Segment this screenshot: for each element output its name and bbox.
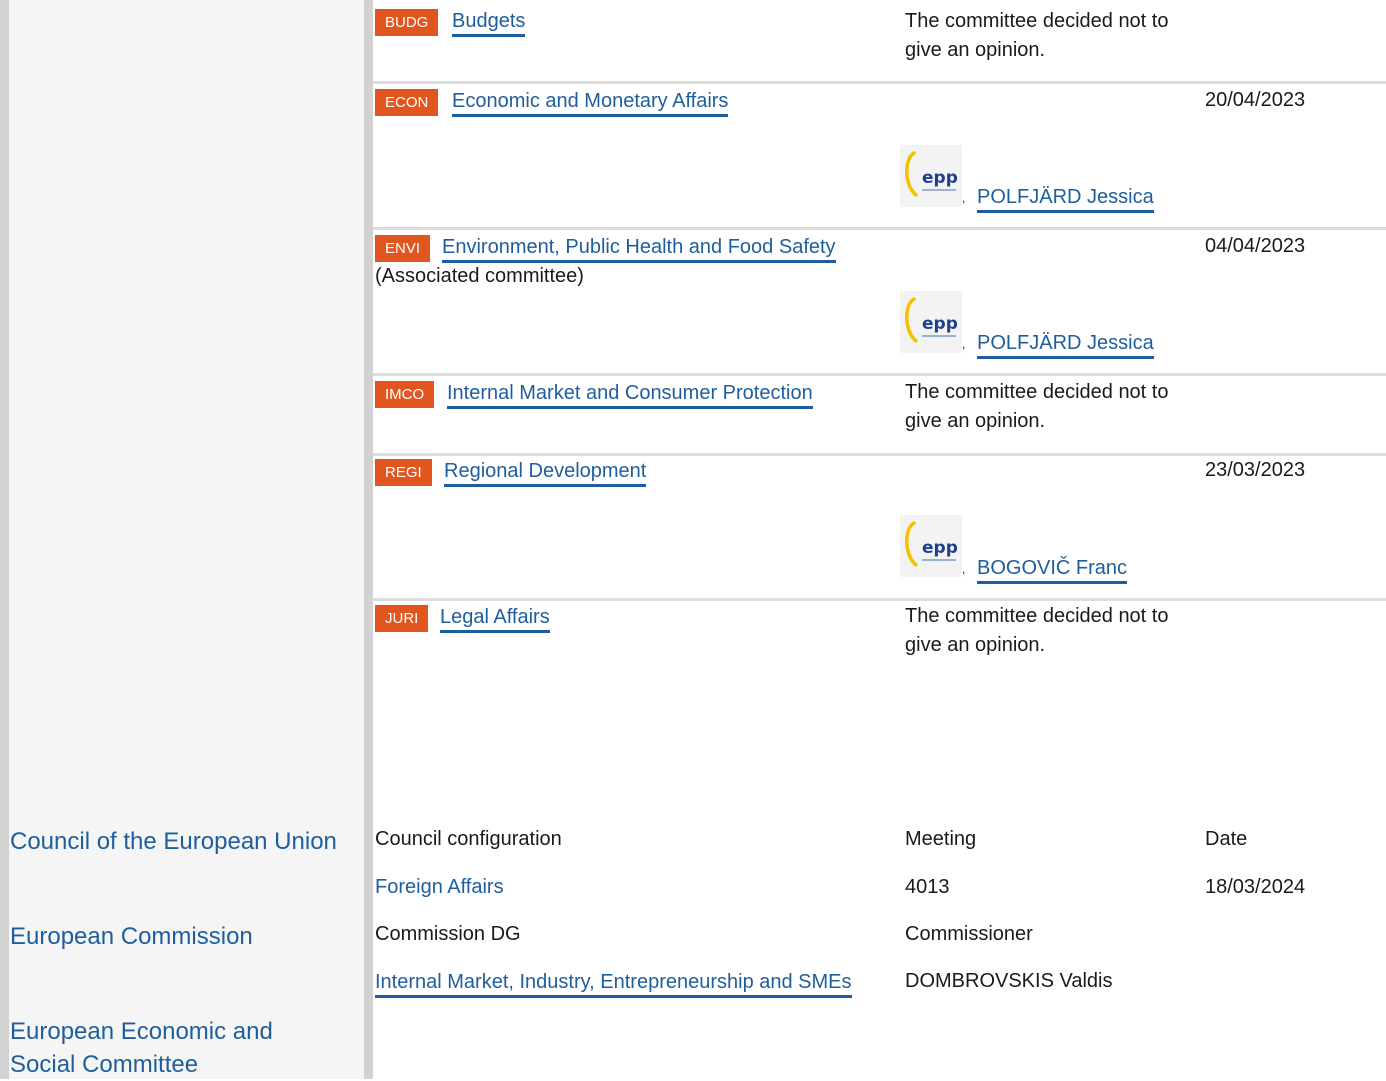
committee-link-imco[interactable]: Internal Market and Consumer Protection xyxy=(447,381,813,409)
council-configuration-header: Council configuration xyxy=(375,828,562,850)
committee-link-regi[interactable]: Regional Development xyxy=(444,459,647,487)
row-separator xyxy=(373,227,1386,230)
council-configuration-link[interactable]: Foreign Affairs xyxy=(375,873,504,902)
commissioner-header: Commissioner xyxy=(905,923,1033,945)
svg-text:epp: epp xyxy=(922,314,958,334)
committee-abbr-envi: ENVI xyxy=(375,235,431,262)
epp-group-logo-icon: epp xyxy=(900,515,962,577)
committee-link-juri[interactable]: Legal Affairs xyxy=(440,605,550,633)
left-institution-column xyxy=(0,0,364,1079)
rapporteur-link[interactable]: POLFJÄRD Jessica xyxy=(977,331,1154,359)
svg-text:epp: epp xyxy=(922,538,958,558)
committee-opinion-status: The committee decided not to give an opi… xyxy=(905,605,1169,656)
institution-link-council[interactable]: Council of the European Union xyxy=(10,826,337,858)
committee-abbr-regi: REGI xyxy=(375,459,432,486)
council-meeting-header: Meeting xyxy=(905,828,977,850)
rapporteur-link[interactable]: BOGOVIČ Franc xyxy=(977,556,1128,584)
committee-abbr-econ: ECON xyxy=(375,89,439,116)
commissioner-name: DOMBROVSKIS Valdis xyxy=(905,970,1113,992)
committee-link-budgets[interactable]: Budgets xyxy=(452,9,526,37)
committee-abbr-budg: BUDG xyxy=(375,9,439,36)
committee-appointment-date: 23/03/2023 xyxy=(1205,459,1306,481)
committee-appointment-date: 20/04/2023 xyxy=(1205,89,1306,111)
rapporteur-separator: , xyxy=(962,191,966,205)
row-separator xyxy=(373,81,1386,84)
committee-opinion-status: The committee decided not to give an opi… xyxy=(905,10,1169,61)
row-separator xyxy=(373,598,1386,601)
rapporteur-link[interactable]: POLFJÄRD Jessica xyxy=(977,185,1154,213)
committee-abbr-imco: IMCO xyxy=(375,381,435,408)
epp-group-logo-icon: epp xyxy=(900,291,962,353)
institution-link-commission[interactable]: European Commission xyxy=(10,921,253,953)
council-meeting-number: 4013 xyxy=(905,876,950,898)
commission-dg-header: Commission DG xyxy=(375,923,521,945)
committee-appointment-date: 04/04/2023 xyxy=(1205,235,1306,257)
row-separator xyxy=(373,373,1386,376)
associated-committee-note: (Associated committee) xyxy=(375,265,584,287)
svg-text:epp: epp xyxy=(922,168,958,188)
rapporteur-separator: , xyxy=(962,337,966,351)
column-divider xyxy=(364,0,373,1079)
institution-link-eesc-line2[interactable]: Social Committee xyxy=(10,1049,198,1081)
epp-group-logo-icon: epp xyxy=(900,145,962,207)
council-meeting-date: 18/03/2024 xyxy=(1205,876,1306,898)
committee-link-econ[interactable]: Economic and Monetary Affairs xyxy=(452,89,729,117)
council-date-header: Date xyxy=(1205,828,1248,850)
committee-link-envi[interactable]: Environment, Public Health and Food Safe… xyxy=(442,235,836,263)
rapporteur-separator: , xyxy=(962,562,966,576)
commission-dg-link[interactable]: Internal Market, Industry, Entrepreneurs… xyxy=(375,970,852,998)
committee-abbr-juri: JURI xyxy=(375,605,429,632)
committee-opinion-status: The committee decided not to give an opi… xyxy=(905,381,1169,432)
institution-link-eesc-line1[interactable]: European Economic and xyxy=(10,1016,273,1048)
